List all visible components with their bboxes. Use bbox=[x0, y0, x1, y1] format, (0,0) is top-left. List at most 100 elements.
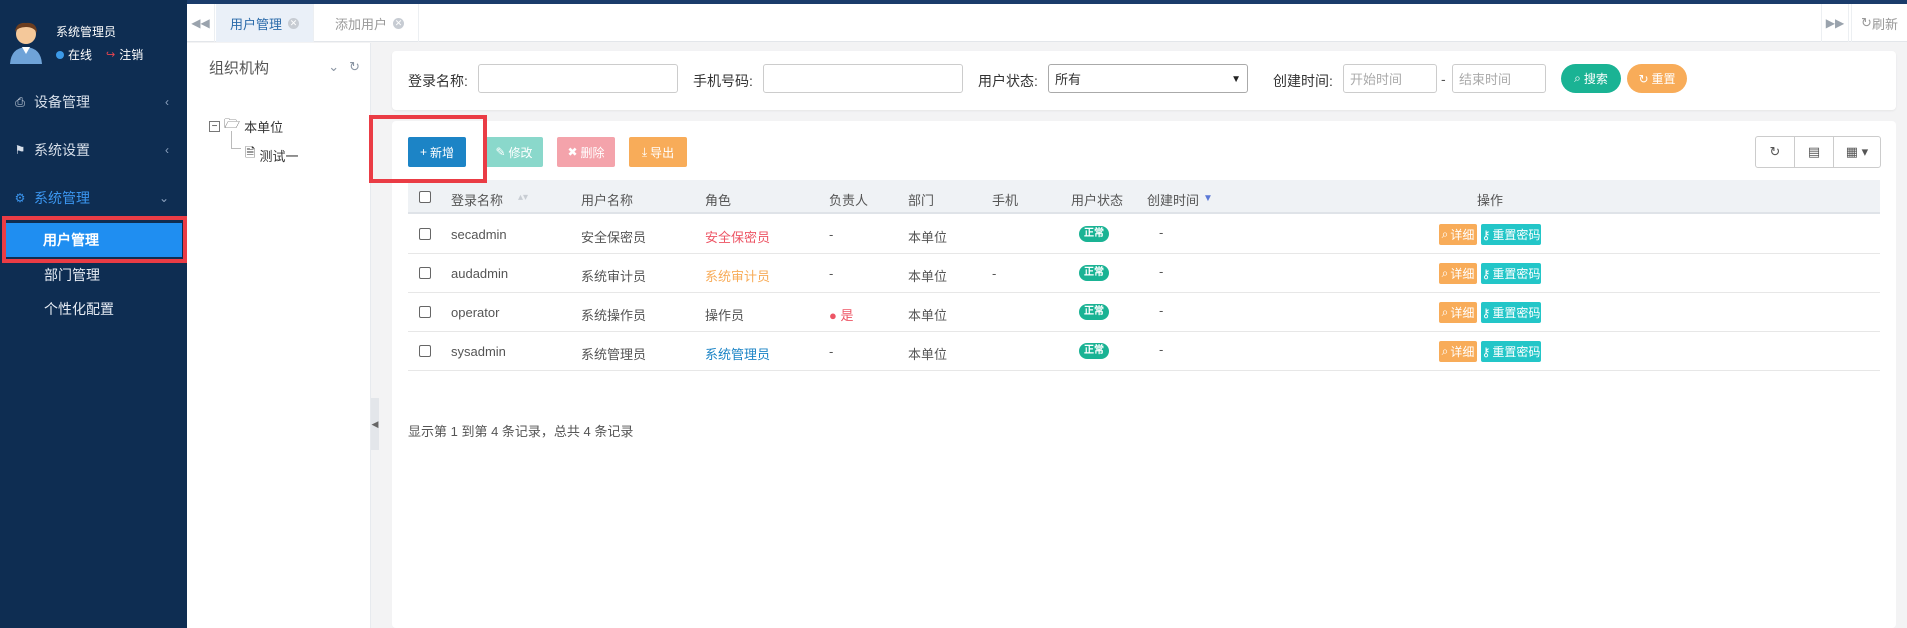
tab-label: 添加用户 bbox=[335, 16, 388, 32]
th-created-time[interactable]: 创建时间 bbox=[1147, 190, 1199, 209]
refresh-label: 刷新 bbox=[1871, 16, 1898, 32]
refresh-tab-button[interactable]: ↻ 刷新 bbox=[1851, 4, 1907, 42]
printer-icon: ⎙ bbox=[15, 94, 25, 109]
search-form: 登录名称: 手机号码: 用户状态: 所有 ▼ 创建时间: 开始时间 - 结束时间… bbox=[392, 51, 1896, 110]
menu-system-settings[interactable]: ⚑ 系统设置 ‹ bbox=[0, 130, 187, 170]
add-button-label: 新增 bbox=[430, 145, 455, 160]
status-label: 用户状态: bbox=[978, 73, 1038, 89]
reset-password-button[interactable]: ⚷ 重置密码 bbox=[1481, 302, 1541, 323]
cell-user-name: 系统审计员 bbox=[581, 269, 647, 284]
phone-input[interactable] bbox=[763, 64, 963, 93]
tab-scroll-right-icon[interactable]: ▶▶ bbox=[1821, 4, 1849, 42]
sort-icon[interactable]: ▴▾ bbox=[518, 192, 528, 203]
close-icon[interactable]: ✕ bbox=[288, 17, 300, 29]
th-owner[interactable]: 负责人 bbox=[829, 190, 868, 209]
search-button[interactable]: ⌕ 搜索 bbox=[1561, 64, 1621, 93]
th-login-name[interactable]: 登录名称 bbox=[451, 190, 503, 209]
delete-button[interactable]: ✖ 删除 bbox=[557, 137, 615, 167]
menu-device-management[interactable]: ⎙ 设备管理 ‹ bbox=[0, 82, 187, 122]
search-icon: ⌕ bbox=[1441, 266, 1449, 280]
detail-button-label: 详细 bbox=[1450, 345, 1475, 359]
close-icon[interactable]: ✕ bbox=[393, 17, 405, 29]
th-role[interactable]: 角色 bbox=[705, 190, 731, 209]
row-checkbox[interactable] bbox=[419, 228, 431, 240]
status-badge: 正常 bbox=[1079, 343, 1109, 359]
th-actions: 操作 bbox=[1477, 193, 1504, 208]
tree-root-label: 本单位 bbox=[244, 119, 284, 135]
status-badge: 正常 bbox=[1079, 226, 1109, 242]
table-row[interactable]: operator 系统操作员 操作员 ● 是本单位 正常 - ⌕ 详细 ⚷ 重置密码 bbox=[408, 293, 1880, 332]
submenu-personalization[interactable]: 个性化配置 bbox=[0, 292, 187, 326]
edit-button[interactable]: ✎ 修改 bbox=[485, 137, 543, 167]
delete-icon: ✖ bbox=[567, 145, 578, 159]
end-time-input[interactable]: 结束时间 bbox=[1452, 64, 1546, 93]
cell-department: 本单位 bbox=[908, 308, 948, 323]
select-all-checkbox[interactable] bbox=[419, 191, 431, 203]
reset-password-button[interactable]: ⚷ 重置密码 bbox=[1481, 263, 1541, 284]
login-name-input[interactable] bbox=[478, 64, 678, 93]
user-icon: ● bbox=[829, 308, 837, 323]
reset-password-button[interactable]: ⚷ 重置密码 bbox=[1481, 341, 1541, 362]
detail-button-label: 详细 bbox=[1450, 306, 1475, 320]
detail-button[interactable]: ⌕ 详细 bbox=[1439, 341, 1477, 362]
cell-user-name: 安全保密员 bbox=[581, 230, 647, 245]
tree-connector bbox=[231, 131, 241, 149]
search-icon: ⌕ bbox=[1574, 71, 1581, 85]
tree-node-child[interactable]: 🗎 测试一 bbox=[245, 144, 298, 166]
row-checkbox[interactable] bbox=[419, 267, 431, 279]
search-icon: ⌕ bbox=[1441, 227, 1449, 241]
sort-desc-icon[interactable]: ▼ bbox=[1203, 193, 1213, 204]
row-checkbox[interactable] bbox=[419, 345, 431, 357]
org-panel: 组织机构 ⌄ ↻ − 🗁 本单位 🗎 测试一 bbox=[187, 43, 371, 628]
reset-password-label: 重置密码 bbox=[1492, 306, 1541, 320]
table-row[interactable]: audadmin 系统审计员 系统审计员 - 本单位 - 正常 - ⌕ 详细 ⚷ 重置密码 bbox=[408, 254, 1880, 293]
user-table-card: + 新增 ✎ 修改 ✖ 删除 ⤓ 导出 ↻ ▤ ▦ ▾ 登录名称 ▴▾ 用户名称… bbox=[392, 121, 1896, 628]
start-time-input[interactable]: 开始时间 bbox=[1343, 64, 1437, 93]
columns-menu-icon[interactable]: ▦ ▾ bbox=[1834, 137, 1880, 167]
tab-scroll-left-icon[interactable]: ◀◀ bbox=[187, 4, 215, 42]
cell-created-time: - bbox=[1159, 342, 1164, 357]
th-user-name[interactable]: 用户名称 bbox=[581, 190, 633, 209]
th-department[interactable]: 部门 bbox=[908, 190, 934, 209]
row-checkbox[interactable] bbox=[419, 306, 431, 318]
file-icon: 🗎 bbox=[245, 145, 256, 160]
cell-created-time: - bbox=[1159, 264, 1164, 279]
user-panel: 系统管理员 在线 ↪ 注销 bbox=[0, 6, 187, 66]
refresh-table-icon[interactable]: ↻ bbox=[1756, 137, 1795, 167]
th-phone[interactable]: 手机 bbox=[992, 190, 1018, 209]
cell-role: 系统管理员 bbox=[705, 347, 771, 362]
reset-password-button[interactable]: ⚷ 重置密码 bbox=[1481, 224, 1541, 245]
reset-button[interactable]: ↻ 重置 bbox=[1627, 64, 1687, 93]
add-button[interactable]: + 新增 bbox=[408, 137, 466, 167]
table-row[interactable]: sysadmin 系统管理员 系统管理员 - 本单位 正常 - ⌕ 详细 ⚷ 重置密码 bbox=[408, 332, 1880, 371]
sidebar: 系统管理员 在线 ↪ 注销 ⎙ 设备管理 ‹ ⚑ 系统设置 ‹ ⚙ 系统管理 ⌄… bbox=[0, 0, 187, 628]
chevron-down-icon[interactable]: ⌄ bbox=[328, 59, 339, 75]
toggle-view-icon[interactable]: ▤ bbox=[1795, 137, 1834, 167]
tree-node-root[interactable]: − 🗁 本单位 bbox=[209, 115, 283, 137]
panel-collapse-handle[interactable]: ◀ bbox=[371, 398, 379, 450]
detail-button[interactable]: ⌕ 详细 bbox=[1439, 302, 1477, 323]
refresh-icon: ↻ bbox=[1861, 15, 1872, 30]
login-name-label: 登录名称: bbox=[408, 73, 468, 89]
tab-add-user[interactable]: 添加用户 ✕ bbox=[321, 4, 420, 42]
table-tools: ↻ ▤ ▦ ▾ bbox=[1755, 136, 1881, 168]
menu-system-management[interactable]: ⚙ 系统管理 ⌄ bbox=[0, 178, 187, 218]
key-icon: ⚷ bbox=[1481, 266, 1491, 281]
table-row[interactable]: secadmin 安全保密员 安全保密员 - 本单位 正常 - ⌕ 详细 ⚷ 重置密码 bbox=[408, 215, 1880, 254]
detail-button[interactable]: ⌕ 详细 bbox=[1439, 263, 1477, 284]
cell-department: 本单位 bbox=[908, 269, 948, 284]
logout-link[interactable]: 注销 bbox=[119, 46, 143, 63]
status-select[interactable]: 所有 ▼ bbox=[1048, 64, 1248, 93]
search-icon: ⌕ bbox=[1441, 344, 1449, 358]
collapse-toggle-icon[interactable]: − bbox=[209, 120, 220, 132]
plus-icon: + bbox=[419, 145, 427, 159]
th-status[interactable]: 用户状态 bbox=[1071, 190, 1123, 209]
tab-user-management[interactable]: 用户管理 ✕ bbox=[216, 4, 315, 42]
detail-button[interactable]: ⌕ 详细 bbox=[1439, 224, 1477, 245]
refresh-icon[interactable]: ↻ bbox=[349, 59, 360, 75]
submenu-user-management[interactable]: 用户管理 bbox=[6, 223, 182, 257]
export-button[interactable]: ⤓ 导出 bbox=[629, 137, 687, 167]
user-name: 系统管理员 bbox=[56, 25, 117, 39]
logout-icon[interactable]: ↪ bbox=[106, 48, 115, 61]
submenu-department-management[interactable]: 部门管理 bbox=[0, 258, 187, 292]
